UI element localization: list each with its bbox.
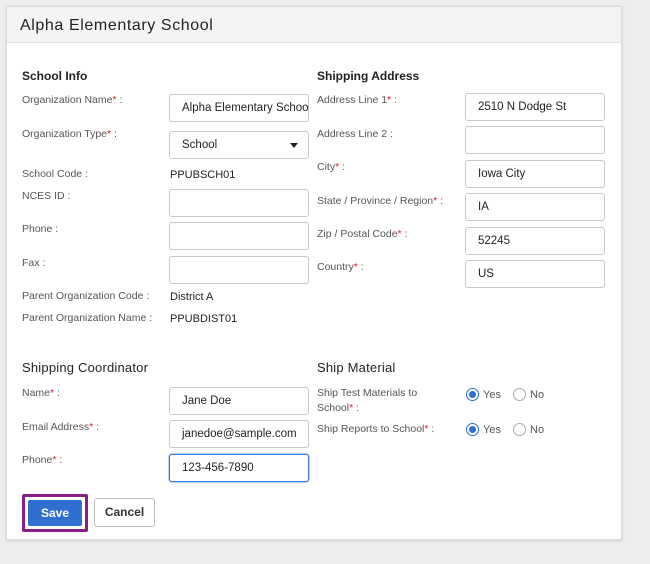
state-input[interactable]: IA [465, 193, 605, 221]
zip-input[interactable]: 52245 [465, 227, 605, 255]
ship-test-materials-yes-radio[interactable] [466, 388, 479, 401]
org-name-label: Organization Name* : [22, 94, 123, 106]
save-button[interactable]: Save [28, 500, 82, 526]
fax-label: Fax : [22, 257, 46, 269]
coordinator-name-input[interactable]: Jane Doe [169, 387, 309, 415]
coordinator-name-label: Name* : [22, 387, 60, 399]
phone-input[interactable] [169, 222, 309, 250]
parent-org-name-label: Parent Organization Name : [22, 312, 153, 324]
ship-reports-no-radio[interactable] [513, 423, 526, 436]
school-info-title: School Info [22, 69, 88, 83]
ship-test-materials-yes-label: Yes [483, 389, 501, 401]
ship-test-materials-label-line2: School* : [317, 402, 360, 414]
city-input[interactable]: Iowa City [465, 160, 605, 188]
ship-test-materials-no-label: No [530, 389, 545, 401]
page-title: Alpha Elementary School [20, 17, 214, 34]
ship-test-materials-label: Ship Test Materials to [317, 387, 418, 399]
fax-input[interactable] [169, 256, 309, 284]
ship-reports-yes-radio[interactable] [466, 423, 479, 436]
nces-id-input[interactable] [169, 189, 309, 217]
org-name-input[interactable]: Alpha Elementary School [169, 94, 309, 122]
shipping-coordinator-title: Shipping Coordinator [22, 360, 149, 375]
school-code-label: School Code : [22, 168, 88, 180]
state-label: State / Province / Region* : [317, 195, 444, 207]
address-line1-input[interactable]: 2510 N Dodge St [465, 93, 605, 121]
phone-label: Phone : [22, 223, 59, 235]
coordinator-phone-label: Phone* : [22, 454, 63, 466]
parent-org-name-value: PPUBDIST01 [170, 313, 238, 325]
org-type-label: Organization Type* : [22, 128, 117, 140]
coordinator-email-label: Email Address* : [22, 421, 100, 433]
ship-material-title: Ship Material [317, 360, 396, 375]
ship-reports-label: Ship Reports to School* : [317, 423, 435, 435]
shipping-address-title: Shipping Address [317, 69, 420, 83]
ship-reports-no-label: No [530, 424, 545, 436]
coordinator-email-input[interactable]: janedoe@sample.com [169, 420, 309, 448]
save-button-highlight: Save [22, 494, 88, 532]
address-line2-input[interactable] [465, 126, 605, 154]
ship-reports-yes-label: Yes [483, 424, 501, 436]
chevron-down-icon [290, 143, 298, 148]
cancel-button[interactable]: Cancel [94, 498, 155, 527]
parent-org-code-label: Parent Organization Code : [22, 290, 150, 302]
address-line1-label: Address Line 1* : [317, 94, 397, 106]
nces-id-label: NCES ID : [22, 190, 71, 202]
org-type-select[interactable]: School [169, 131, 309, 159]
school-code-value: PPUBSCH01 [170, 169, 236, 181]
org-type-value: School [182, 139, 218, 151]
country-label: Country* : [317, 261, 364, 273]
parent-org-code-value: District A [170, 291, 214, 303]
card-header: Alpha Elementary School [7, 7, 621, 43]
coordinator-phone-input[interactable]: 123-456-7890 [169, 454, 309, 482]
city-label: City* : [317, 161, 346, 173]
address-line2-label: Address Line 2 : [317, 128, 393, 140]
country-input[interactable]: US [465, 260, 605, 288]
zip-label: Zip / Postal Code* : [317, 228, 408, 240]
ship-test-materials-no-radio[interactable] [513, 388, 526, 401]
